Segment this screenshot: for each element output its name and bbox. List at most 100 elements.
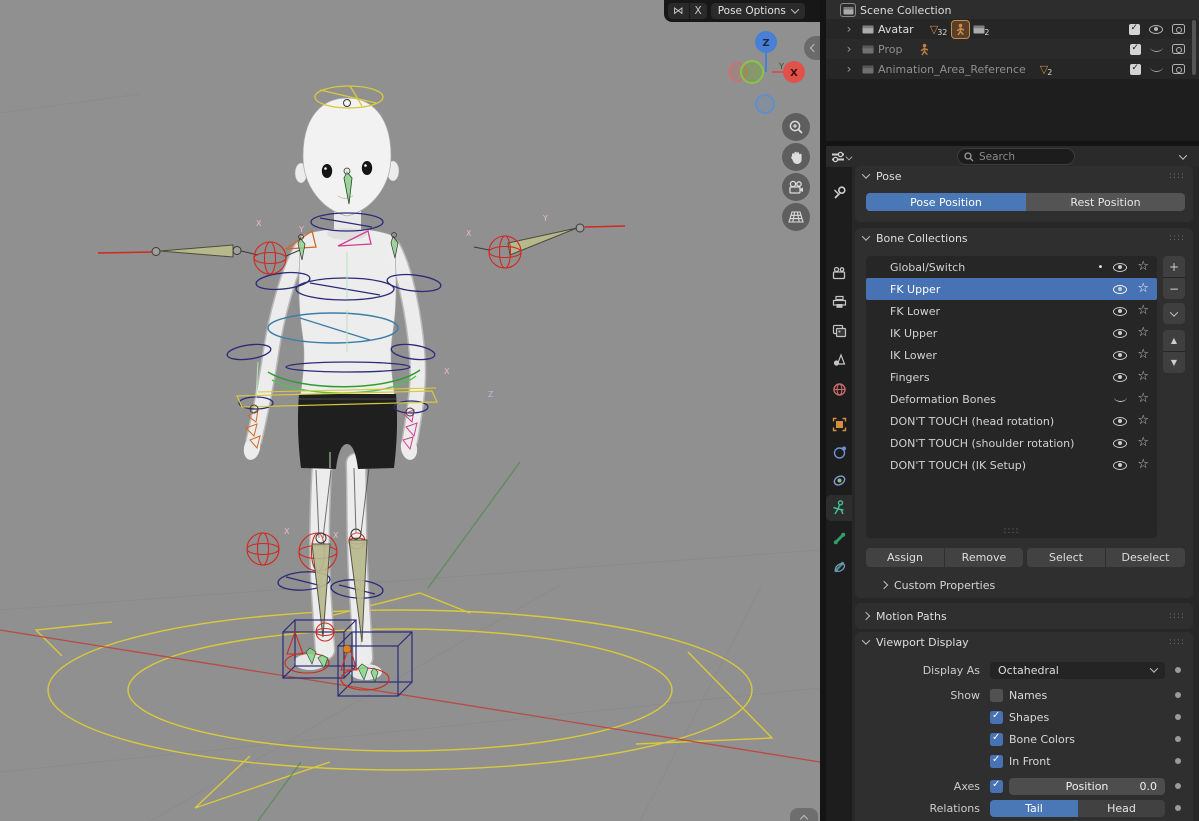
properties-editor[interactable]: Pose :::: Pose Position Rest Position Bo…	[826, 146, 1199, 821]
x-mirror-toggle[interactable]: ⋈	[668, 3, 689, 19]
star-icon[interactable]: ☆	[1137, 262, 1149, 272]
animate-dot-icon[interactable]	[1175, 692, 1181, 698]
drag-grip-icon[interactable]: ::::	[1169, 171, 1185, 181]
axis-ball-neg-z[interactable]	[756, 95, 774, 113]
animate-dot-icon[interactable]	[1175, 714, 1181, 720]
expand-icon[interactable]: ›	[844, 42, 854, 56]
tab-bone[interactable]	[826, 525, 852, 551]
remove-button[interactable]: Remove	[945, 548, 1023, 567]
eye-open-icon[interactable]	[1113, 417, 1127, 426]
pose-position-button[interactable]: Pose Position	[866, 193, 1026, 211]
list-item[interactable]: Fingers ☆	[866, 366, 1157, 388]
drag-grip-icon[interactable]: ::::	[1169, 611, 1185, 621]
root-bone-compass[interactable]	[36, 593, 772, 808]
motion-paths-header[interactable]: Motion Paths ::::	[855, 603, 1193, 629]
zoom-tool-button[interactable]	[782, 113, 810, 141]
assign-button[interactable]: Assign	[866, 548, 944, 567]
tab-bone-constraint[interactable]	[826, 553, 852, 579]
animate-dot-icon[interactable]	[1175, 758, 1181, 764]
names-checkbox[interactable]	[990, 689, 1003, 702]
deselect-button[interactable]: Deselect	[1106, 548, 1185, 567]
expand-icon[interactable]: ›	[844, 22, 854, 36]
add-collection-button[interactable]: +	[1163, 256, 1185, 277]
camera-visibility-icon[interactable]	[1172, 64, 1185, 74]
move-up-button[interactable]: ▲	[1163, 330, 1185, 351]
list-item[interactable]: Deformation Bones ☆	[866, 388, 1157, 410]
outliner-row-animation-area[interactable]: › Animation_Area_Reference ▽ 2	[826, 59, 1199, 79]
tab-output[interactable]	[826, 289, 852, 315]
list-resize-grip[interactable]: ::::	[866, 526, 1157, 536]
star-icon[interactable]: ☆	[1137, 350, 1149, 360]
star-icon[interactable]: ☆	[1137, 284, 1149, 294]
outliner-row-avatar[interactable]: › Avatar ▽ 32 2	[826, 19, 1199, 39]
ortho-grid-button[interactable]	[782, 203, 810, 231]
list-item-selected[interactable]: FK Upper ☆	[866, 278, 1157, 300]
eye-open-icon[interactable]	[1149, 25, 1163, 34]
relations-tail-button[interactable]: Tail	[990, 800, 1078, 817]
search-box[interactable]	[957, 148, 1075, 165]
list-item[interactable]: FK Lower ☆	[866, 300, 1157, 322]
remove-collection-button[interactable]: −	[1163, 278, 1185, 299]
tab-view-layer[interactable]	[826, 318, 852, 344]
exclude-checkbox[interactable]	[1130, 44, 1141, 55]
eye-open-icon[interactable]	[1113, 329, 1127, 338]
armature-icon-active[interactable]	[952, 21, 969, 38]
timeline-collapse-tab[interactable]	[790, 808, 818, 821]
pan-tool-button[interactable]	[782, 143, 810, 171]
eye-open-icon[interactable]	[1113, 351, 1127, 360]
select-button[interactable]: Select	[1027, 548, 1105, 567]
star-icon[interactable]: ☆	[1137, 416, 1149, 426]
list-item[interactable]: DON'T TOUCH (shoulder rotation) ☆	[866, 432, 1157, 454]
camera-visibility-icon[interactable]	[1172, 44, 1185, 54]
drag-grip-icon[interactable]: ::::	[1169, 233, 1185, 243]
custom-properties-header[interactable]: Custom Properties	[881, 575, 995, 595]
expand-icon[interactable]: ›	[844, 62, 854, 76]
animate-dot-icon[interactable]	[1175, 805, 1181, 811]
animate-dot-icon[interactable]	[1175, 736, 1181, 742]
bone-colors-checkbox[interactable]	[990, 733, 1003, 746]
list-item[interactable]: IK Upper ☆	[866, 322, 1157, 344]
outliner-row-scene-collection[interactable]: Scene Collection	[826, 0, 1199, 20]
eye-open-icon[interactable]	[1113, 373, 1127, 382]
animate-dot-icon[interactable]	[1175, 783, 1181, 789]
star-icon[interactable]: ☆	[1137, 438, 1149, 448]
x-axis-toggle[interactable]: X	[689, 3, 707, 19]
exclude-checkbox[interactable]	[1129, 24, 1140, 35]
list-item[interactable]: DON'T TOUCH (head rotation) ☆	[866, 410, 1157, 432]
bone-collections-header[interactable]: Bone Collections ::::	[855, 228, 1193, 248]
outliner-scrollbar[interactable]	[1192, 20, 1196, 75]
editor-type-button[interactable]	[829, 147, 853, 166]
header-menu-button[interactable]	[1174, 149, 1192, 164]
outliner[interactable]: Scene Collection › Avatar ▽ 32 2	[826, 0, 1199, 141]
star-icon[interactable]: ☆	[1137, 306, 1149, 316]
eye-closed-icon[interactable]	[1150, 46, 1163, 52]
navigation-gizmo[interactable]: Z Y X	[726, 28, 816, 120]
tab-object[interactable]	[826, 411, 852, 437]
list-item[interactable]: Global/Switch • ☆	[866, 256, 1157, 278]
axis-ball-neg-y[interactable]	[741, 61, 763, 83]
eye-open-icon[interactable]	[1113, 263, 1127, 272]
rest-position-button[interactable]: Rest Position	[1026, 193, 1185, 211]
tab-constraints[interactable]	[826, 467, 852, 493]
eye-open-icon[interactable]	[1113, 285, 1127, 294]
star-icon[interactable]: ☆	[1137, 460, 1149, 470]
tab-scene[interactable]	[826, 347, 852, 373]
eye-closed-icon[interactable]	[1114, 396, 1127, 402]
tab-render[interactable]	[826, 260, 852, 286]
tab-world[interactable]	[826, 376, 852, 402]
move-down-button[interactable]: ▼	[1163, 352, 1185, 373]
star-icon[interactable]: ☆	[1137, 394, 1149, 404]
animate-dot-icon[interactable]	[1175, 667, 1181, 673]
eye-open-icon[interactable]	[1113, 439, 1127, 448]
tab-tool[interactable]	[826, 179, 852, 205]
tab-object-data[interactable]	[826, 495, 852, 521]
pose-options-dropdown[interactable]: Pose Options	[711, 3, 805, 19]
list-item[interactable]: DON'T TOUCH (IK Setup) ☆	[866, 454, 1157, 476]
relations-head-button[interactable]: Head	[1078, 800, 1165, 817]
outliner-row-prop[interactable]: › Prop	[826, 39, 1199, 59]
viewport-display-header[interactable]: Viewport Display ::::	[855, 632, 1193, 652]
eye-open-icon[interactable]	[1113, 307, 1127, 316]
3d-viewport[interactable]: X Y X Y X X X Z ⋈ X Pose Options	[0, 0, 820, 821]
in-front-checkbox[interactable]	[990, 755, 1003, 768]
search-input[interactable]	[979, 151, 1059, 163]
